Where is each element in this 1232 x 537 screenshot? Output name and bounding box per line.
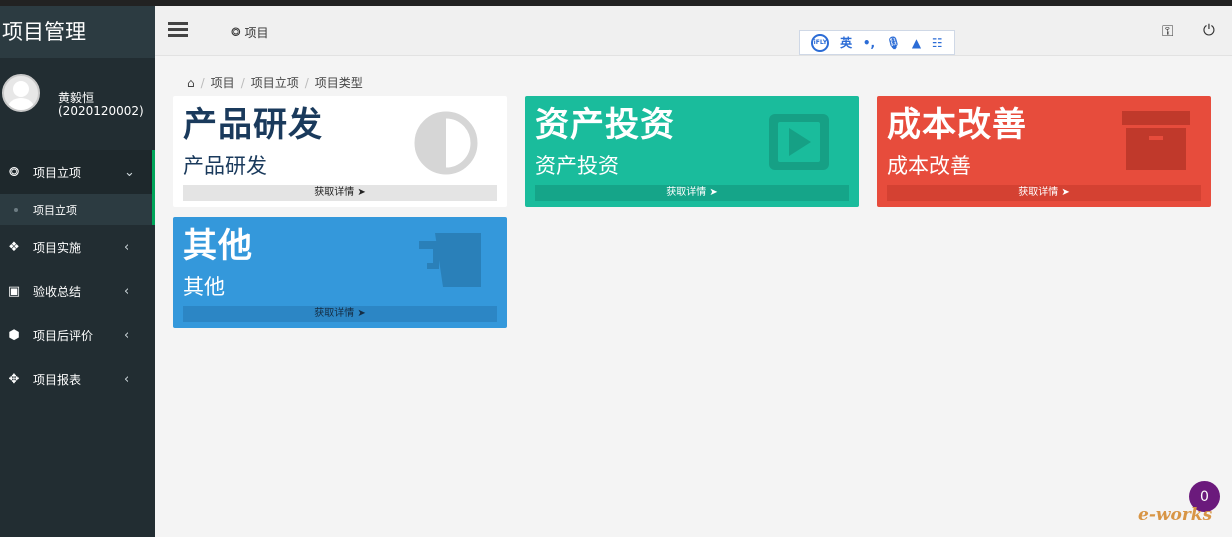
arrow-circle-right-icon: ➤ <box>1061 187 1070 198</box>
grid-icon[interactable]: ☷ <box>932 36 943 50</box>
sidebar: 项目管理 黄毅恒 (2020120002) ⭗ 项目立项 ⌄ 项目立项 ❖ 项目… <box>0 6 155 537</box>
tab-label: 项目 <box>244 26 269 40</box>
sidebar-item-project-reports[interactable]: ✥ 项目报表 ‹ <box>0 357 155 401</box>
card-details-link[interactable]: 获取详情 ➤ <box>183 306 497 322</box>
user-icon[interactable]: ▲ <box>912 36 921 50</box>
archive-box-icon <box>1122 111 1190 170</box>
breadcrumb: ⌂ / 项目 / 项目立项 / 项目类型 <box>187 74 363 91</box>
cube-outline-icon: ⭗ <box>8 164 20 180</box>
punctuation-icon[interactable]: •, <box>863 36 875 50</box>
sidebar-item-post-evaluation[interactable]: ⬢ 项目后评价 ‹ <box>0 313 155 357</box>
arrow-circle-right-icon: ➤ <box>357 187 366 198</box>
archive-icon: ▣ <box>7 283 21 299</box>
arrow-circle-right-icon: ➤ <box>357 308 366 319</box>
top-header: ⭗ 项目 iFLY 英 •, 🎙︎ ▲ ☷ ⚿ ⏻ <box>155 6 1232 56</box>
cubes-icon: ❖ <box>8 239 20 255</box>
card-product-rnd: 产品研发 产品研发 获取详情 ➤ <box>173 96 507 207</box>
tab-project[interactable]: ⭗ 项目 <box>231 24 269 41</box>
card-details-link[interactable]: 获取详情 ➤ <box>887 185 1201 201</box>
card-subtitle: 资产投资 <box>535 154 619 178</box>
power-icon[interactable]: ⏻ <box>1203 21 1215 39</box>
avatar <box>2 74 40 112</box>
key-icon[interactable]: ⚿ <box>1162 22 1173 40</box>
move-arrows-icon: ✥ <box>8 371 20 387</box>
card-details-link[interactable]: 获取详情 ➤ <box>535 185 849 201</box>
card-title: 产品研发 <box>183 105 323 145</box>
chevron-left-icon: ‹ <box>124 283 130 299</box>
circle-icon <box>14 208 18 212</box>
adjust-icon <box>414 111 478 175</box>
ime-logo[interactable]: iFLY <box>811 33 830 52</box>
card-title: 成本改善 <box>887 105 1027 145</box>
chevron-down-icon: ⌄ <box>124 164 135 180</box>
ime-language-toggle[interactable]: 英 <box>840 34 852 51</box>
chevron-left-icon: ‹ <box>124 239 130 255</box>
card-subtitle: 其他 <box>183 275 225 299</box>
home-icon[interactable]: ⌂ <box>187 76 195 90</box>
sidebar-item-label: 项目报表 <box>33 372 82 387</box>
sidebar-item-label: 项目立项 <box>33 165 82 180</box>
sidebar-item-label: 项目后评价 <box>33 328 94 343</box>
menu-toggle-icon[interactable] <box>168 22 188 38</box>
app-title: 项目管理 <box>0 6 155 58</box>
card-title: 资产投资 <box>535 105 675 145</box>
card-cost-improvement: 成本改善 成本改善 获取详情 ➤ <box>877 96 1211 207</box>
chevron-left-icon: ‹ <box>124 371 130 387</box>
mug-icon <box>419 233 481 287</box>
play-square-icon <box>769 114 829 170</box>
cube-outline-icon: ⭗ <box>231 25 241 39</box>
user-panel: 黄毅恒 (2020120002) <box>0 58 155 150</box>
e-works-watermark: e-works <box>1138 505 1213 525</box>
submenu-item-project-initiation[interactable]: 项目立项 <box>0 194 155 225</box>
user-id: (2020120002) <box>58 104 144 118</box>
card-subtitle: 成本改善 <box>887 154 971 178</box>
sidebar-item-project-implementation[interactable]: ❖ 项目实施 ‹ <box>0 225 155 269</box>
sidebar-item-label: 项目实施 <box>33 240 82 255</box>
breadcrumb-item[interactable]: 项目 <box>211 74 235 91</box>
card-details-link[interactable]: 获取详情 ➤ <box>183 185 497 201</box>
cube-icon: ⬢ <box>8 327 20 343</box>
card-asset-investment: 资产投资 资产投资 获取详情 ➤ <box>525 96 859 207</box>
breadcrumb-item-current: 项目类型 <box>314 76 363 90</box>
card-other: 其他 其他 获取详情 ➤ <box>173 217 507 328</box>
card-subtitle: 产品研发 <box>183 154 267 178</box>
arrow-circle-right-icon: ➤ <box>709 187 718 198</box>
chevron-left-icon: ‹ <box>124 327 130 343</box>
card-title: 其他 <box>183 226 253 266</box>
ime-toolbar[interactable]: iFLY 英 •, 🎙︎ ▲ ☷ <box>799 30 955 55</box>
submenu-item-label: 项目立项 <box>33 203 77 217</box>
breadcrumb-item[interactable]: 项目立项 <box>251 74 299 91</box>
sidebar-item-project-initiation[interactable]: ⭗ 项目立项 ⌄ <box>0 150 155 194</box>
sidebar-item-acceptance-summary[interactable]: ▣ 验收总结 ‹ <box>0 269 155 313</box>
sidebar-item-label: 验收总结 <box>33 284 82 299</box>
microphone-icon[interactable]: 🎙︎ <box>886 36 901 50</box>
